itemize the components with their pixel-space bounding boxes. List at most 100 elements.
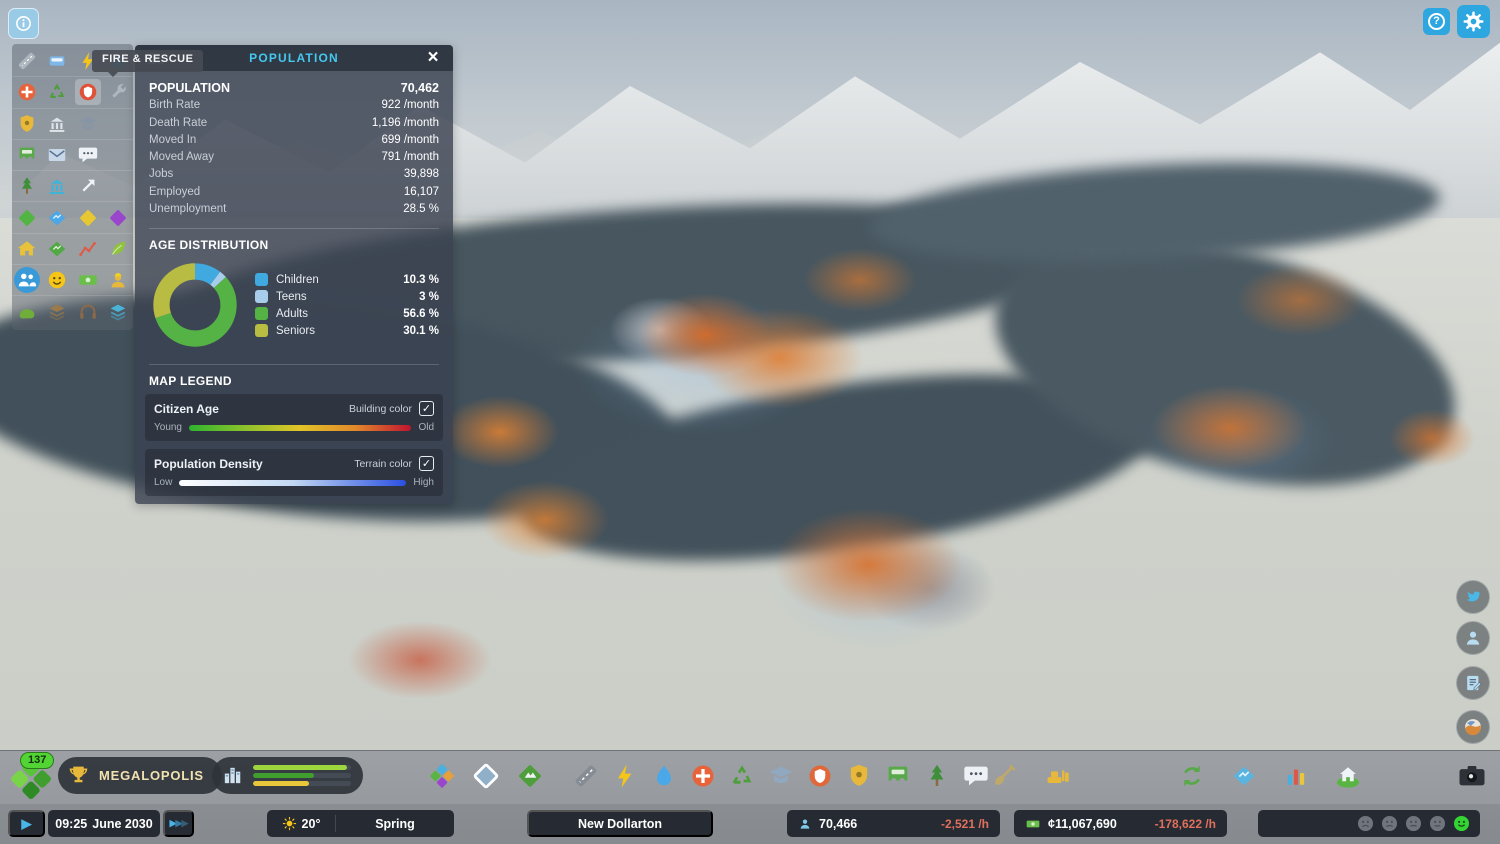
- infoview-residential[interactable]: [14, 236, 40, 262]
- citizen-age-legend-card: Citizen Age Building color ✓ Young Old: [145, 394, 443, 441]
- population-density-gradient: [179, 480, 406, 486]
- temperature-value: 20°: [302, 817, 321, 831]
- infoview-happiness[interactable]: [44, 267, 70, 293]
- tool-districts[interactable]: [470, 760, 502, 792]
- citizen-age-gradient: [189, 425, 411, 431]
- old-label: Old: [418, 422, 434, 433]
- tool-healthcare[interactable]: [687, 760, 719, 792]
- infoview-terrain[interactable]: [14, 205, 40, 231]
- tool-garbage[interactable]: [726, 760, 758, 792]
- photo-mode-camera-button[interactable]: [1453, 761, 1491, 791]
- map-legend-title: MAP LEGEND: [149, 374, 439, 388]
- building-color-label: Building color: [349, 403, 412, 415]
- stat-row: Birth Rate922 /month: [149, 97, 439, 114]
- population-value: 70,466: [819, 817, 857, 831]
- infoview-water-facilities[interactable]: [44, 173, 70, 199]
- chirper-button[interactable]: [1456, 580, 1490, 614]
- tool-roads[interactable]: [570, 760, 602, 792]
- happiness-face-msad: [1404, 814, 1423, 833]
- infoview-water-pollution[interactable]: [105, 299, 131, 325]
- seniors-swatch: [255, 324, 268, 337]
- population-density-label: Population Density: [154, 457, 263, 471]
- infoview-statistics[interactable]: [75, 236, 101, 262]
- toolbar-group: [1176, 760, 1364, 792]
- tool-economy[interactable]: [1176, 760, 1208, 792]
- tool-info-views[interactable]: [1228, 760, 1260, 792]
- infoview-water-features[interactable]: [44, 205, 70, 231]
- stat-row: POPULATION70,462: [149, 80, 439, 97]
- tool-statistics[interactable]: [1280, 760, 1312, 792]
- teens-swatch: [255, 290, 268, 303]
- help-button[interactable]: ?: [1423, 8, 1450, 35]
- happiness-display[interactable]: [1258, 810, 1480, 837]
- tool-progression[interactable]: [1332, 760, 1364, 792]
- game-date: June 2030: [92, 817, 152, 831]
- fire-rescue-tooltip: FIRE & RESCUE: [92, 50, 203, 72]
- tool-police[interactable]: [843, 760, 875, 792]
- money-display[interactable]: ¢11,067,690 -178,622 /h: [1014, 810, 1227, 837]
- infoview-land-value[interactable]: [44, 236, 70, 262]
- camera-icon: [1453, 761, 1491, 791]
- infoview-ground-pollution[interactable]: [44, 299, 70, 325]
- infoview-air-pollution[interactable]: [14, 299, 40, 325]
- infoview-maintenance[interactable]: [105, 79, 131, 105]
- tool-parks[interactable]: [921, 760, 953, 792]
- game-screen: POPULATION × POPULATION70,462 Birth Rate…: [0, 0, 1500, 844]
- journal-button[interactable]: [1456, 666, 1490, 700]
- close-icon[interactable]: ×: [421, 46, 445, 70]
- population-stats: POPULATION70,462 Birth Rate922 /month De…: [135, 71, 453, 225]
- happiness-face-happy-active: [1452, 814, 1471, 833]
- infoview-growth[interactable]: [105, 236, 131, 262]
- infoview-economy[interactable]: [75, 267, 101, 293]
- tool-fire-rescue[interactable]: [804, 760, 836, 792]
- infoview-education[interactable]: [75, 111, 101, 137]
- citizen-info-button[interactable]: [1456, 621, 1490, 655]
- infoview-tourism[interactable]: [75, 173, 101, 199]
- date-time-display: 09:25 June 2030: [48, 810, 160, 837]
- infoview-transportation[interactable]: [14, 142, 40, 168]
- info-button[interactable]: [8, 8, 39, 39]
- infoview-garbage[interactable]: [44, 79, 70, 105]
- terrain-color-checkbox[interactable]: ✓: [419, 456, 434, 471]
- infoview-fire-rescue[interactable]: [75, 79, 101, 105]
- infoview-zones[interactable]: [75, 205, 101, 231]
- infoview-buildings[interactable]: [105, 205, 131, 231]
- tool-transportation[interactable]: [882, 760, 914, 792]
- question-icon: ?: [1428, 13, 1445, 30]
- infoview-administration[interactable]: [44, 111, 70, 137]
- infoview-police[interactable]: [14, 111, 40, 137]
- tool-zoning[interactable]: [426, 760, 458, 792]
- tool-landscaping[interactable]: [514, 760, 546, 792]
- infoview-healthcare[interactable]: [14, 79, 40, 105]
- infoview-population[interactable]: [14, 267, 40, 293]
- population-display[interactable]: 70,466 -2,521 /h: [787, 810, 1000, 837]
- money-icon: [1025, 816, 1041, 832]
- young-label: Young: [154, 422, 182, 433]
- infoview-post[interactable]: [44, 142, 70, 168]
- citizen-age-label: Citizen Age: [154, 402, 219, 416]
- milestone-button[interactable]: MEGALOPOLIS: [58, 757, 222, 794]
- tool-education[interactable]: [765, 760, 797, 792]
- tool-bulldozer[interactable]: [1042, 760, 1074, 792]
- gear-icon: [1462, 10, 1485, 33]
- tool-electricity[interactable]: [609, 760, 641, 792]
- settings-button[interactable]: [1457, 5, 1490, 38]
- infoview-telecom[interactable]: [75, 142, 101, 168]
- infoview-roads[interactable]: [14, 48, 40, 74]
- tool-terraforming[interactable]: [988, 760, 1020, 792]
- infoview-traffic[interactable]: [44, 48, 70, 74]
- panel-title: POPULATION: [249, 51, 339, 65]
- infoview-parks[interactable]: [14, 173, 40, 199]
- infoview-noise-pollution[interactable]: [75, 299, 101, 325]
- building-color-checkbox[interactable]: ✓: [419, 401, 434, 416]
- tool-water[interactable]: [648, 760, 680, 792]
- speed-fast-forward-button[interactable]: ▶▶▶: [163, 810, 194, 837]
- photo-mode-button[interactable]: [1456, 710, 1490, 744]
- legend-item: Teens3 %: [255, 288, 439, 305]
- infoview-workplaces[interactable]: [105, 267, 131, 293]
- city-name-button[interactable]: New Dollarton: [527, 810, 713, 837]
- city-progress-button[interactable]: [212, 757, 363, 794]
- play-pause-button[interactable]: ▶: [8, 810, 45, 837]
- adults-swatch: [255, 307, 268, 320]
- stat-row: Employed16,107: [149, 184, 439, 201]
